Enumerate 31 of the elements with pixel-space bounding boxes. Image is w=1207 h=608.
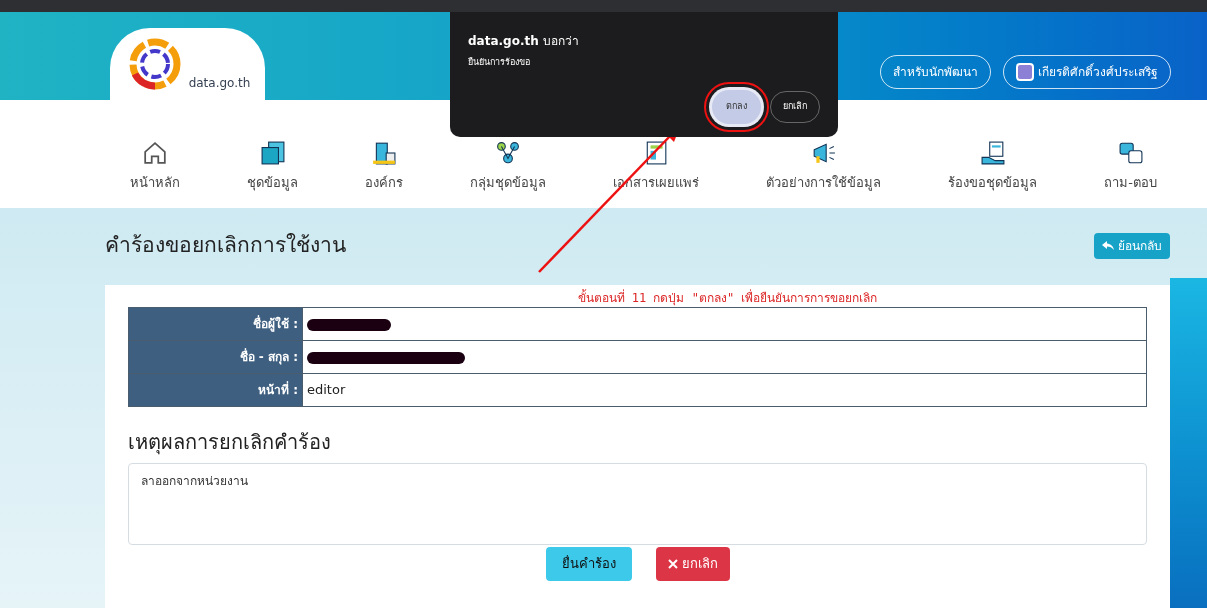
dialog-title: data.go.th บอกว่า xyxy=(468,33,580,50)
field-label: ชื่อ - สกุล : xyxy=(128,340,303,374)
group-icon xyxy=(496,140,521,165)
submit-button[interactable]: ยื่นคำร้อง xyxy=(545,547,632,581)
home-icon xyxy=(143,140,167,165)
reply-arrow-icon xyxy=(1102,240,1114,251)
nav-item[interactable]: องค์กร xyxy=(365,140,404,192)
folder-icon xyxy=(260,140,285,165)
logo-text: data.go.th xyxy=(188,75,251,92)
field-label: หน้าที่ : xyxy=(128,373,303,407)
megaphone-icon xyxy=(811,140,836,165)
nav-item[interactable]: ชุดข้อมูล xyxy=(247,140,299,192)
nav-item[interactable]: กลุ่มชุดข้อมูล xyxy=(470,140,547,192)
nav-item[interactable]: หน้าหลัก xyxy=(130,140,180,192)
logo[interactable]: data.go.th xyxy=(110,28,265,100)
nav-item[interactable]: ร้องขอชุดข้อมูล xyxy=(948,140,1038,192)
close-icon xyxy=(667,559,678,569)
reason-textarea[interactable]: ลาออกจากหน่วยงาน xyxy=(128,463,1147,545)
section-heading: เหตุผลการยกเลิกคำร้อง xyxy=(128,429,332,457)
qa-icon xyxy=(1118,140,1143,165)
dialog-message: ยืนยันการร้องขอ xyxy=(468,56,531,69)
avatar-icon xyxy=(1016,63,1034,81)
nav-item[interactable]: ถาม-ตอบ xyxy=(1104,140,1157,192)
request-icon xyxy=(980,140,1005,165)
field-label: ชื่อผู้ใช้ : xyxy=(128,307,303,341)
field-value: editor xyxy=(302,373,1147,407)
cancel-button[interactable]: ยกเลิก xyxy=(655,547,730,581)
building-icon xyxy=(372,140,397,165)
annotation-text: ขั้นตอนที่ 11 กดปุ่ม "ตกลง" เพื่อยืนยันการการขอยกเลิก xyxy=(576,289,879,307)
page-title: คำร้องขอยกเลิกการใช้งาน xyxy=(105,232,346,259)
nav-item[interactable]: ตัวอย่างการใช้ข้อมูล xyxy=(766,140,882,192)
